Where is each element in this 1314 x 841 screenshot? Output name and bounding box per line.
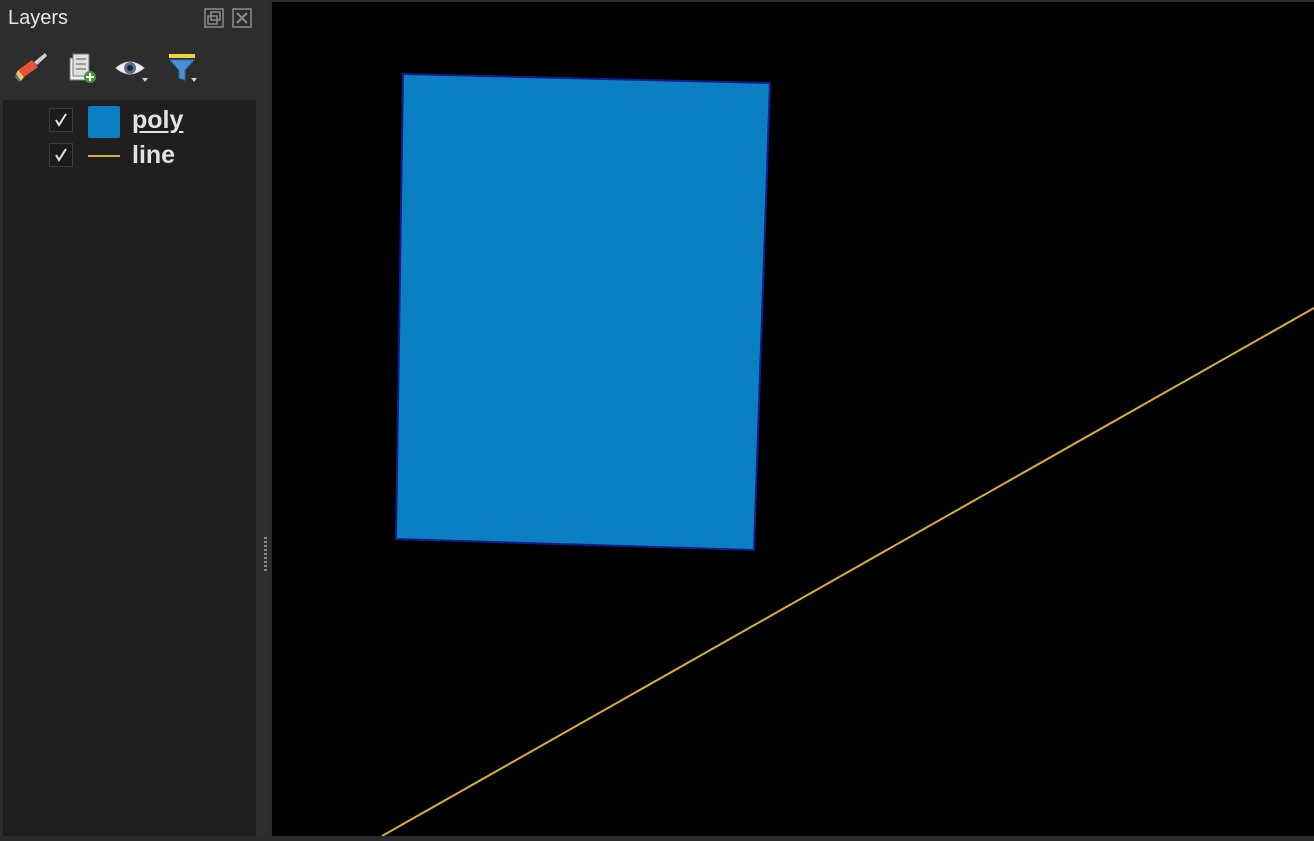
layer-row-poly[interactable]: poly [3, 104, 256, 138]
close-panel-button[interactable] [232, 8, 252, 28]
open-styling-button[interactable] [12, 50, 52, 86]
panel-splitter[interactable] [258, 0, 270, 836]
eye-icon [115, 61, 148, 82]
float-panel-button[interactable] [204, 8, 224, 28]
layer-visibility-checkbox[interactable] [49, 143, 73, 167]
checkmark-icon [55, 148, 67, 162]
close-panel-icon [232, 8, 252, 28]
filter-icon [168, 54, 197, 82]
layers-panel: Layers poly line [0, 0, 258, 836]
add-group-icon [69, 53, 96, 83]
line-symbol-icon [88, 155, 120, 157]
layer-tree: poly line [3, 100, 256, 836]
layer-row-line[interactable]: line [3, 139, 256, 173]
panel-title: Layers [8, 7, 69, 29]
layer-visibility-checkbox[interactable] [49, 108, 73, 132]
add-group-button[interactable] [62, 50, 102, 86]
layer-name: poly [132, 106, 184, 134]
float-panel-icon [204, 8, 224, 28]
map-drawing [381, 72, 1314, 837]
filter-legend-button[interactable] [162, 50, 202, 86]
map-canvas[interactable] [272, 2, 1314, 837]
splitter-grip-icon[interactable] [264, 537, 267, 573]
manage-visibility-button[interactable] [112, 50, 152, 86]
layer-name: line [132, 141, 176, 169]
polygon-symbol-icon [88, 106, 120, 138]
paintbrush-icon [15, 53, 47, 82]
checkmark-icon [55, 113, 67, 127]
poly-feature[interactable] [394, 72, 772, 552]
